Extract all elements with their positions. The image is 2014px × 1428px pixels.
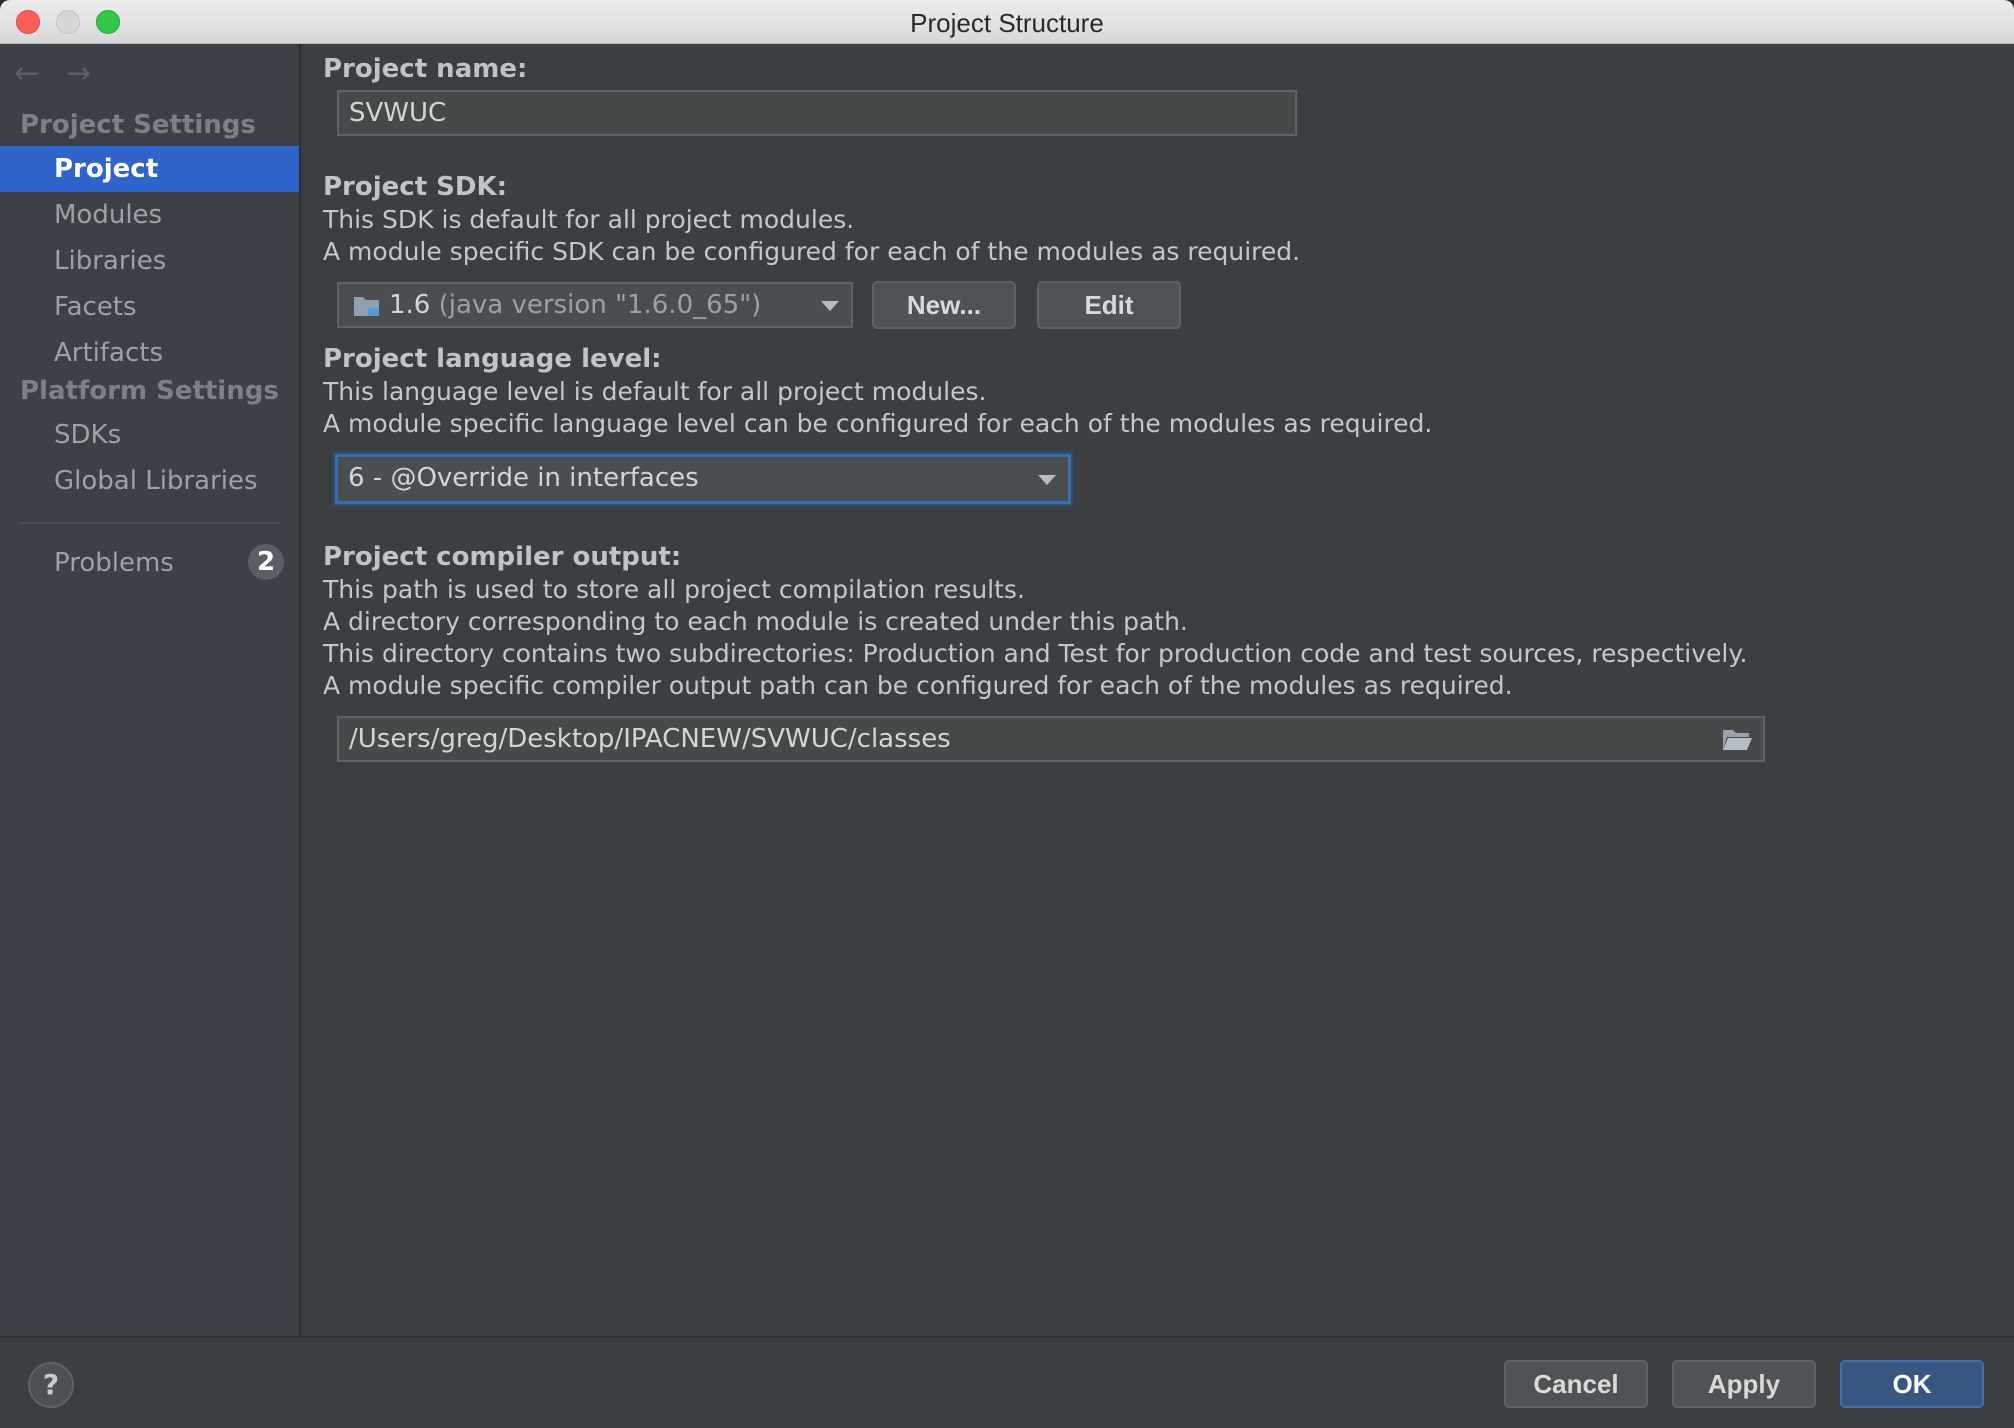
sidebar-item-facets[interactable]: Facets [0,284,299,330]
browse-folder-icon[interactable] [1721,726,1753,752]
chevron-down-icon [1038,475,1056,485]
sdk-select[interactable]: 1.6 (java version "1.6.0_65") [337,282,853,328]
project-settings-heading: Project Settings [20,110,256,140]
language-description-2: A module specific language level can be … [323,409,1433,438]
output-description-4: A module specific compiler output path c… [323,671,1513,700]
language-level-value: 6 - @Override in interfaces [348,463,699,493]
sidebar-item-modules[interactable]: Modules [0,192,299,238]
language-level-label: Project language level: [323,344,662,374]
platform-settings-heading: Platform Settings [20,376,279,406]
compiler-output-path-input[interactable]: /Users/greg/Desktop/IPACNEW/SVWUC/classe… [337,716,1765,762]
forward-arrow-icon[interactable]: → [66,56,91,91]
sidebar-item-project[interactable]: Project [0,146,299,192]
window-title: Project Structure [910,8,1104,38]
sidebar-item-artifacts[interactable]: Artifacts [0,330,299,376]
dialog-footer: ? Cancel Apply OK [0,1336,2014,1428]
chevron-down-icon [821,301,839,311]
problems-count-badge: 2 [248,544,284,580]
back-arrow-icon[interactable]: ← [14,56,39,91]
cancel-button[interactable]: Cancel [1504,1360,1648,1408]
sdk-description-2: A module specific SDK can be configured … [323,237,1301,266]
ok-button[interactable]: OK [1840,1360,1984,1408]
language-description-1: This language level is default for all p… [323,377,987,406]
title-bar: Project Structure [0,0,2014,44]
project-name-input[interactable]: SVWUC [337,90,1297,136]
apply-button[interactable]: Apply [1672,1360,1816,1408]
project-sdk-label: Project SDK: [323,172,508,202]
sidebar: ← → Project Settings Project Modules Lib… [0,44,301,1336]
language-level-select[interactable]: 6 - @Override in interfaces [335,454,1071,504]
sidebar-item-global-libraries[interactable]: Global Libraries [0,458,299,504]
output-description-2: A directory corresponding to each module… [323,607,1188,636]
help-button[interactable]: ? [28,1362,74,1408]
sidebar-item-sdks[interactable]: SDKs [0,412,299,458]
compiler-output-label: Project compiler output: [323,542,682,572]
sdk-version: 1.6 [389,290,431,320]
sdk-version-detail: (java version "1.6.0_65") [438,290,762,320]
project-settings-panel: Project name: SVWUC Project SDK: This SD… [301,44,2014,1336]
compiler-output-path: /Users/greg/Desktop/IPACNEW/SVWUC/classe… [349,724,951,754]
project-name-label: Project name: [323,54,528,84]
sidebar-item-libraries[interactable]: Libraries [0,238,299,284]
sdk-folder-icon [354,297,379,316]
sdk-description-1: This SDK is default for all project modu… [323,205,855,234]
new-sdk-button[interactable]: New... [872,281,1016,329]
edit-sdk-button[interactable]: Edit [1037,281,1181,329]
output-description-3: This directory contains two subdirectori… [323,639,1748,668]
sidebar-divider [20,522,280,524]
output-description-1: This path is used to store all project c… [323,575,1025,604]
